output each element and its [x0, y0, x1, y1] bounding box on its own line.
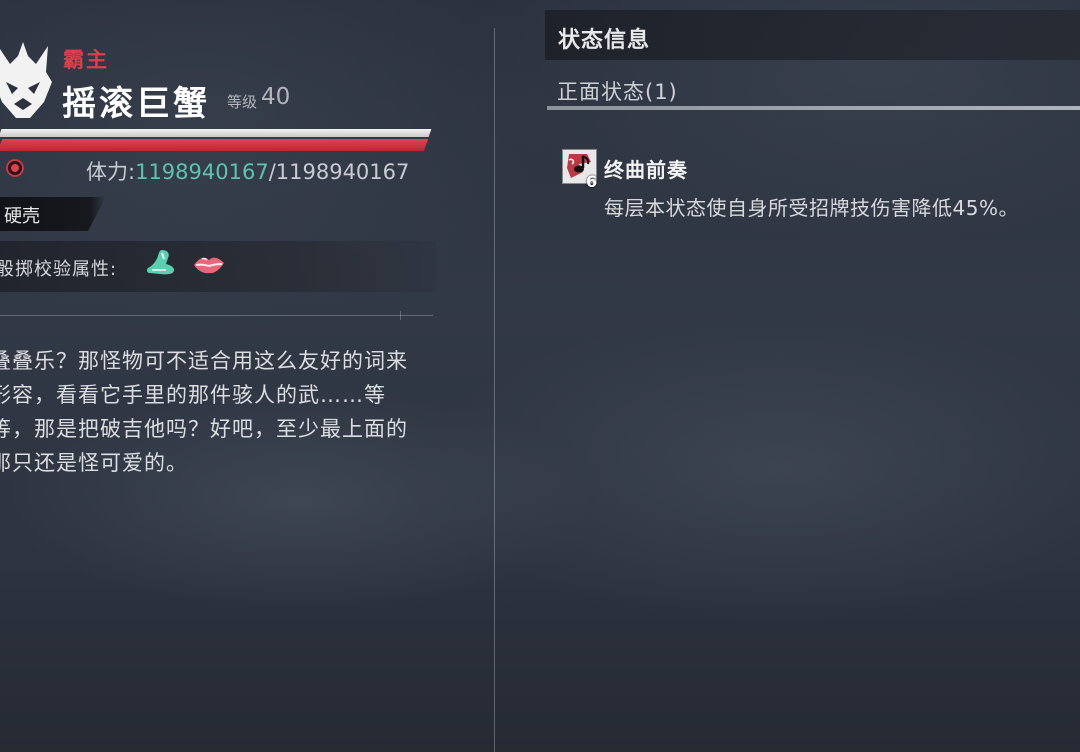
tab-positive-status[interactable]: 正面状态(1)	[557, 76, 678, 106]
hp-max: 1198940167	[275, 160, 410, 184]
description-line: 形容，看看它手里的那件骇人的武……等	[0, 383, 386, 407]
description-line: 那只还是怪可爱的。	[0, 451, 188, 475]
trait-label: 硬壳	[4, 206, 40, 227]
section-divider	[0, 315, 433, 316]
status-title: 状态信息	[558, 28, 651, 53]
boss-description: 叠叠乐？那怪物可不适合用这么友好的词来 形容，看看它手里的那件骇人的武……等 等…	[0, 344, 435, 480]
boss-emblem-icon	[0, 38, 56, 122]
hp-current: 1198940167	[135, 160, 269, 184]
buff-name: 终曲前奏	[604, 158, 688, 182]
hp-bar-shield	[0, 129, 432, 137]
check-attr-label: 骰掷校验属性:	[0, 259, 118, 280]
lips-icon[interactable]	[192, 251, 226, 277]
hp-bar-fill	[0, 139, 429, 151]
hp-bar-track	[0, 139, 429, 151]
tab-underline	[547, 106, 1080, 110]
panel-divider	[494, 28, 495, 752]
level-value: 40	[261, 84, 291, 110]
status-dot-icon	[6, 159, 24, 177]
description-line: 等，那是把破吉他吗？好吧，至少最上面的	[0, 417, 408, 441]
boss-name: 摇滚巨蟹	[62, 84, 210, 124]
boss-rank: 霸主	[63, 48, 109, 72]
hp-bar	[0, 129, 432, 153]
level-label: 等级	[227, 93, 258, 111]
hp-readout: 体力:1198940167/1198940167	[86, 156, 409, 186]
buff-stack-count: 6	[586, 172, 598, 191]
hp-label: 体力:	[86, 160, 136, 184]
buff-description: 每层本状态使自身所受招牌技伤害降低45%。	[604, 196, 1019, 220]
foot-icon[interactable]	[144, 248, 178, 278]
description-line: 叠叠乐？那怪物可不适合用这么友好的词来	[0, 349, 408, 373]
divider-tick	[400, 311, 401, 320]
hp-separator: /	[268, 160, 276, 184]
